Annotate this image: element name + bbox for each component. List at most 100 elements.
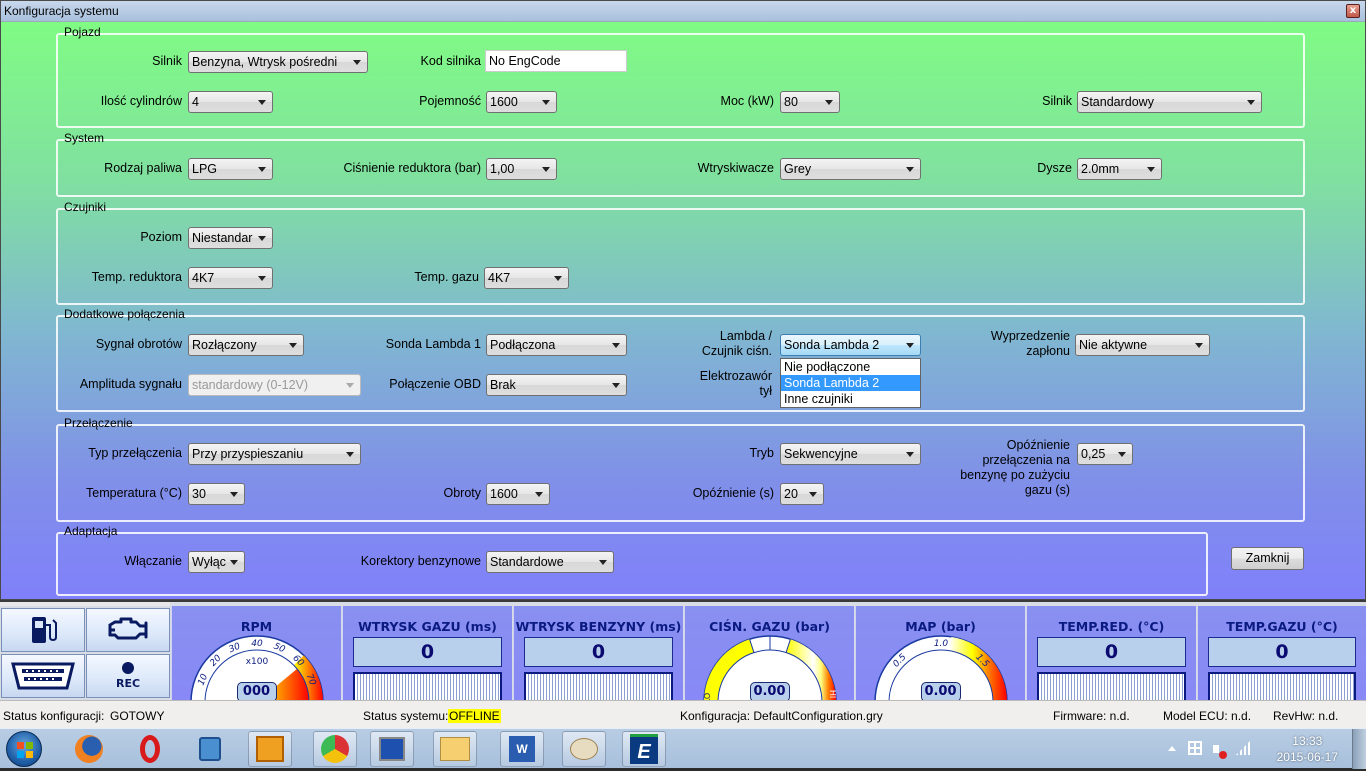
- wlaczanie-select[interactable]: Wyłąc: [188, 551, 245, 573]
- cisnienie-select[interactable]: 1,00: [486, 158, 557, 180]
- remote-desktop-icon[interactable]: [370, 731, 414, 767]
- temp-reduktora-select[interactable]: 4K7: [188, 267, 273, 289]
- dropdown-option[interactable]: Nie podłączone: [781, 359, 920, 375]
- korektory-label: Korektory benzynowe: [360, 554, 481, 568]
- kod-silnika-input[interactable]: No EngCode: [485, 50, 627, 72]
- temperatura-select[interactable]: 30: [188, 483, 245, 505]
- map-panel: MAP (bar) 0.5 1.0 1.5 0.00: [855, 606, 1025, 702]
- dropdown-option-selected[interactable]: Sonda Lambda 2: [781, 375, 920, 391]
- cylindry-select[interactable]: 4: [188, 91, 273, 113]
- silnik-variant-value: Standardowy: [1081, 95, 1154, 109]
- clock[interactable]: 13:33 2015-06-17: [1277, 733, 1338, 765]
- cisnienie-value: 1,00: [490, 162, 515, 176]
- close-icon[interactable]: x: [1346, 4, 1360, 18]
- label-line: gazu (s): [1024, 483, 1070, 497]
- taskbar: W E 13:33 2015-06-17: [0, 728, 1366, 769]
- label-line: przełączenia na: [982, 453, 1070, 467]
- temp-red-panel: TEMP.RED. (°C) 0: [1026, 606, 1196, 702]
- pojemnosc-select[interactable]: 1600: [486, 91, 557, 113]
- opoznienie-benz-select[interactable]: 0,25: [1077, 443, 1133, 465]
- moc-value: 80: [784, 95, 798, 109]
- start-button[interactable]: [6, 731, 42, 767]
- amplituda-select: standardowy (0-12V): [188, 374, 361, 396]
- temp-gazu-select[interactable]: 4K7: [484, 267, 569, 289]
- gauge-hi-label: HI: [828, 690, 837, 698]
- group-legend: System: [64, 131, 105, 145]
- lambda-czujnik-label: Lambda / Czujnik ciśn.: [702, 329, 772, 359]
- network-signal-icon[interactable]: [1236, 741, 1250, 755]
- lambda-czujnik-select[interactable]: Sonda Lambda 2: [780, 334, 921, 356]
- media-player-icon[interactable]: [188, 731, 232, 767]
- volume-muted-icon[interactable]: [1213, 741, 1227, 759]
- wtryskiwacze-label: Wtryskiwacze: [697, 161, 774, 175]
- chevron-down-icon: [258, 167, 266, 172]
- pojemnosc-value: 1600: [490, 95, 518, 109]
- status-konfiguracja: Konfiguracja: DefaultConfiguration.gry: [680, 709, 883, 723]
- wtryskiwacze-value: Grey: [784, 162, 812, 176]
- typ-przelaczenia-select[interactable]: Przy przyspieszaniu: [188, 443, 361, 465]
- wtrysk-gazu-panel: WTRYSK GAZU (ms) 0: [342, 606, 512, 702]
- dysze-label: Dysze: [1037, 161, 1072, 175]
- rpm-panel: RPM 10 20 30 40 50 60 70 x100 000: [171, 606, 341, 702]
- sonda-lambda1-value: Podłączona: [490, 338, 556, 352]
- wtryskiwacze-select[interactable]: Grey: [780, 158, 921, 180]
- chevron-down-icon: [1247, 100, 1255, 105]
- obd-label: Połączenie OBD: [389, 377, 481, 391]
- sonda-lambda1-select[interactable]: Podłączona: [486, 334, 627, 356]
- status-bar: Status konfiguracji: GOTOWY Status syste…: [0, 700, 1366, 728]
- chevron-down-icon: [230, 492, 238, 497]
- temperatura-value: 30: [192, 487, 206, 501]
- temp-reduktora-label: Temp. reduktora: [91, 270, 182, 284]
- rpm-unit-label: x100: [246, 657, 269, 667]
- dashboard: REC RPM 10 20 30 40 50 60 70 x100 000 WTRYSK GA…: [0, 600, 1366, 702]
- obd-connector-icon: [11, 662, 75, 690]
- opoznienie-label: Opóźnienie (s): [692, 486, 774, 500]
- label-line: Elektrozawór: [699, 369, 772, 383]
- korektory-select[interactable]: Standardowe: [486, 551, 614, 573]
- kod-silnika-label: Kod silnika: [420, 54, 481, 68]
- chrome-icon[interactable]: [313, 731, 357, 767]
- engine-button[interactable]: [86, 608, 170, 652]
- poziom-select[interactable]: Niestandar: [188, 227, 273, 249]
- word-icon[interactable]: W: [500, 731, 544, 767]
- label-line: Lambda /: [719, 329, 772, 343]
- rec-button[interactable]: REC: [86, 654, 170, 698]
- action-center-icon[interactable]: [1188, 741, 1202, 755]
- opoznienie-select[interactable]: 20: [780, 483, 824, 505]
- dysze-select[interactable]: 2.0mm: [1077, 158, 1162, 180]
- obd-select[interactable]: Brak: [486, 374, 627, 396]
- fuel-button[interactable]: [1, 608, 85, 652]
- outlook-icon[interactable]: [248, 731, 292, 767]
- obd-button[interactable]: [1, 654, 85, 698]
- tryb-select[interactable]: Sekwencyjne: [780, 443, 921, 465]
- temp-red-bar: [1037, 672, 1186, 702]
- poziom-value: Niestandar: [192, 231, 253, 245]
- dropdown-option[interactable]: Inne czujniki: [781, 391, 920, 407]
- dysze-value: 2.0mm: [1081, 162, 1120, 176]
- chevron-down-icon: [1195, 343, 1203, 348]
- wyprzedzenie-select[interactable]: Nie aktywne: [1075, 334, 1210, 356]
- temperatura-label: Temperatura (°C): [86, 486, 182, 500]
- silnik-type-select[interactable]: Benzyna, Wtrysk pośredni: [188, 51, 368, 73]
- paliwo-select[interactable]: LPG: [188, 158, 273, 180]
- label-line: Opóźnienie: [1006, 438, 1070, 452]
- clock-time: 13:33: [1292, 734, 1323, 748]
- e-gas-app-icon[interactable]: E: [622, 731, 666, 767]
- opera-icon[interactable]: [128, 731, 172, 767]
- file-explorer-icon[interactable]: [433, 731, 477, 767]
- moc-select[interactable]: 80: [780, 91, 840, 113]
- silnik-type-value: Benzyna, Wtrysk pośredni: [192, 55, 338, 69]
- show-hidden-icons-icon[interactable]: [1168, 746, 1176, 751]
- zamknij-button[interactable]: Zamknij: [1231, 547, 1304, 570]
- obroty-select[interactable]: 1600: [486, 483, 550, 505]
- lambda-czujnik-value: Sonda Lambda 2: [784, 338, 880, 352]
- group-legend: Adaptacja: [64, 524, 118, 538]
- silnik-variant-select[interactable]: Standardowy: [1077, 91, 1262, 113]
- sygnal-obrotow-select[interactable]: Rozłączony: [188, 334, 304, 356]
- paint-icon[interactable]: [562, 731, 606, 767]
- cisn-gazu-panel: CIŚN. GAZU (bar) LO HI 0.00: [684, 606, 854, 702]
- group-dodatkowe: Dodatkowe połączenia: [56, 307, 1305, 412]
- firefox-icon[interactable]: [67, 731, 111, 767]
- show-desktop-button[interactable]: [1352, 729, 1366, 769]
- group-czujniki: Czujniki: [56, 200, 1305, 305]
